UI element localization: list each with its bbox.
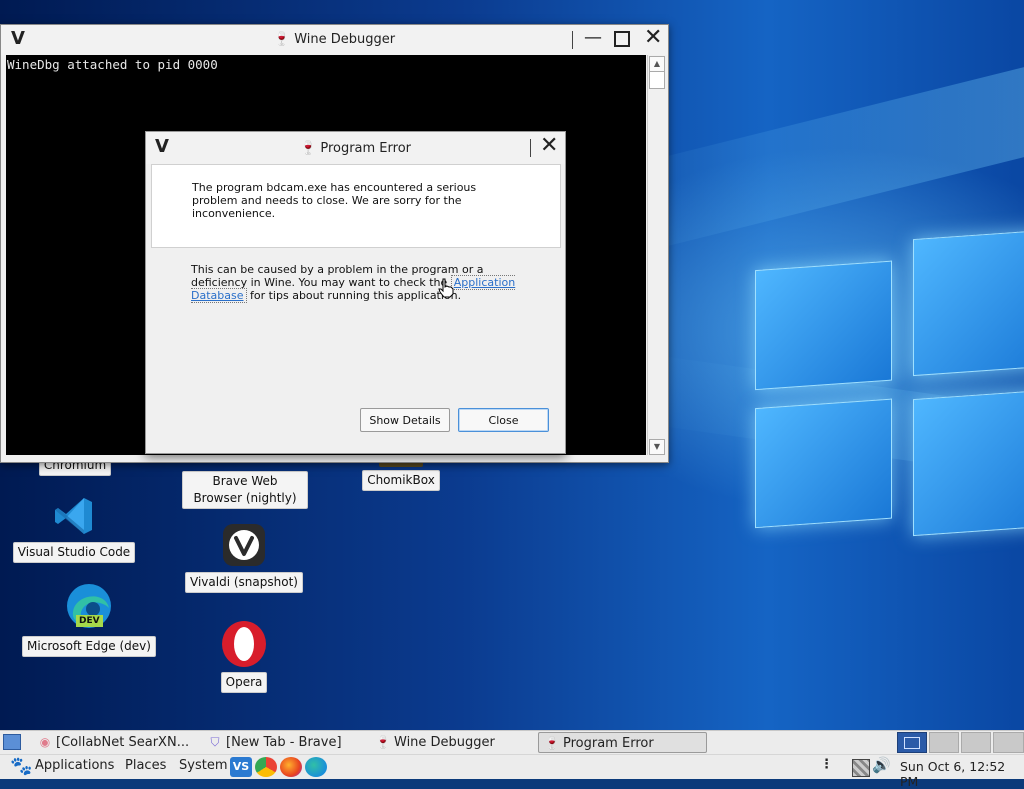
system-menu[interactable]: System: [179, 758, 227, 773]
error-detail-text-end: for tips about running this application.: [250, 289, 462, 302]
places-menu[interactable]: Places: [125, 758, 166, 773]
workspace-1[interactable]: [897, 732, 927, 753]
desktop-icon-label: Brave Web Browser (nightly): [182, 471, 308, 509]
scroll-down-icon[interactable]: ▼: [649, 439, 665, 455]
wine-glass-icon: 🍷: [273, 32, 291, 47]
edge-dev-icon: DEV: [64, 582, 114, 630]
scroll-up-icon[interactable]: ▲: [649, 56, 665, 72]
workspace-4[interactable]: [993, 732, 1024, 753]
task-label: Wine Debugger: [394, 735, 495, 750]
brave-icon: ⛉: [210, 735, 220, 749]
console-output: WineDbg attached to pid 0000: [7, 57, 218, 72]
task-searxng[interactable]: ◉ [CollabNet SearXN...: [32, 732, 198, 753]
applications-menu[interactable]: Applications: [35, 758, 114, 773]
opera-icon: [222, 621, 266, 667]
gnome-foot-icon: 🐾: [10, 756, 33, 777]
task-label: [New Tab - Brave]: [226, 735, 342, 750]
desktop-icon-vivaldi[interactable]: Vivaldi (snapshot): [184, 523, 304, 593]
vscode-icon: [55, 498, 92, 534]
main-panel: 🐾 Applications Places System VS ⋮ 🔊 Sun …: [0, 754, 1024, 789]
workspace-2[interactable]: [929, 732, 959, 753]
window-title: Wine Debugger: [294, 32, 396, 47]
searx-icon: ◉: [39, 735, 51, 749]
desktop-icon-brave-nightly[interactable]: Brave Web Browser (nightly): [181, 455, 309, 509]
clock[interactable]: Sun Oct 6, 12:52 PM: [900, 759, 1024, 789]
titlebar-separator: [530, 139, 531, 157]
volume-icon[interactable]: 🔊: [872, 756, 891, 774]
windows-logo-wallpaper: [755, 229, 1024, 537]
task-brave[interactable]: ⛉ [New Tab - Brave]: [202, 732, 368, 753]
desktop-icon-label: Opera: [220, 672, 268, 693]
wine-glass-icon: 🍷: [300, 141, 317, 156]
desktop-icon-vscode[interactable]: Visual Studio Code: [12, 494, 136, 563]
task-wine-debugger[interactable]: 🍷 Wine Debugger: [370, 732, 536, 753]
chrome-launcher-icon[interactable]: [255, 757, 277, 777]
workspace-window-thumb: [904, 737, 920, 749]
firefox-launcher-icon[interactable]: [280, 757, 302, 777]
vivaldi-icon: [223, 524, 265, 566]
task-label: [CollabNet SearXN...: [56, 735, 190, 750]
network-icon[interactable]: [852, 759, 870, 777]
wine-icon: 🍷: [375, 735, 391, 749]
close-button[interactable]: Close: [458, 408, 549, 432]
error-message-box: The program bdcam.exe has encountered a …: [151, 164, 561, 248]
desktop-icon-edge-dev[interactable]: DEV Microsoft Edge (dev): [20, 582, 158, 657]
desktop-icon-label: Microsoft Edge (dev): [22, 636, 156, 657]
workspace-3[interactable]: [961, 732, 991, 753]
error-message: The program bdcam.exe has encountered a …: [192, 181, 477, 220]
titlebar-separator: [572, 31, 573, 49]
desktop-icon-label: ChomikBox: [362, 470, 440, 491]
show-details-button[interactable]: Show Details: [360, 408, 450, 432]
more-options-icon[interactable]: ⋮: [820, 757, 833, 772]
program-error-dialog[interactable]: V 🍷 Program Error ✕ The program bdcam.ex…: [145, 131, 566, 454]
task-program-error[interactable]: 🍷 Program Error: [538, 732, 707, 753]
program-error-titlebar[interactable]: V 🍷 Program Error ✕: [146, 132, 565, 164]
show-desktop-icon[interactable]: [3, 734, 21, 750]
wine-icon: 🍷: [544, 736, 560, 750]
dev-badge: DEV: [76, 615, 103, 627]
wine-debugger-titlebar[interactable]: V 🍷 Wine Debugger — ✕: [1, 25, 668, 55]
desktop-icon-label: Vivaldi (snapshot): [185, 572, 303, 593]
maximize-icon[interactable]: [614, 31, 630, 47]
vscodium-launcher-icon[interactable]: VS: [230, 757, 252, 777]
desktop-icon-opera[interactable]: Opera: [208, 620, 280, 693]
close-icon[interactable]: ✕: [540, 133, 558, 158]
minimize-icon[interactable]: —: [584, 27, 602, 48]
close-icon[interactable]: ✕: [644, 25, 662, 50]
console-scrollbar[interactable]: ▲ ▼: [647, 55, 665, 455]
error-detail: This can be caused by a problem in the p…: [191, 263, 531, 303]
dialog-title: Program Error: [320, 141, 411, 156]
hand-cursor-icon: [438, 278, 454, 298]
scrollbar-thumb[interactable]: [649, 71, 665, 89]
desktop-icon-label: Visual Studio Code: [12, 542, 136, 563]
task-label: Program Error: [563, 736, 654, 751]
window-list-panel: ◉ [CollabNet SearXN... ⛉ [New Tab - Brav…: [0, 730, 1024, 755]
edge-dev-launcher-icon[interactable]: [305, 757, 327, 777]
